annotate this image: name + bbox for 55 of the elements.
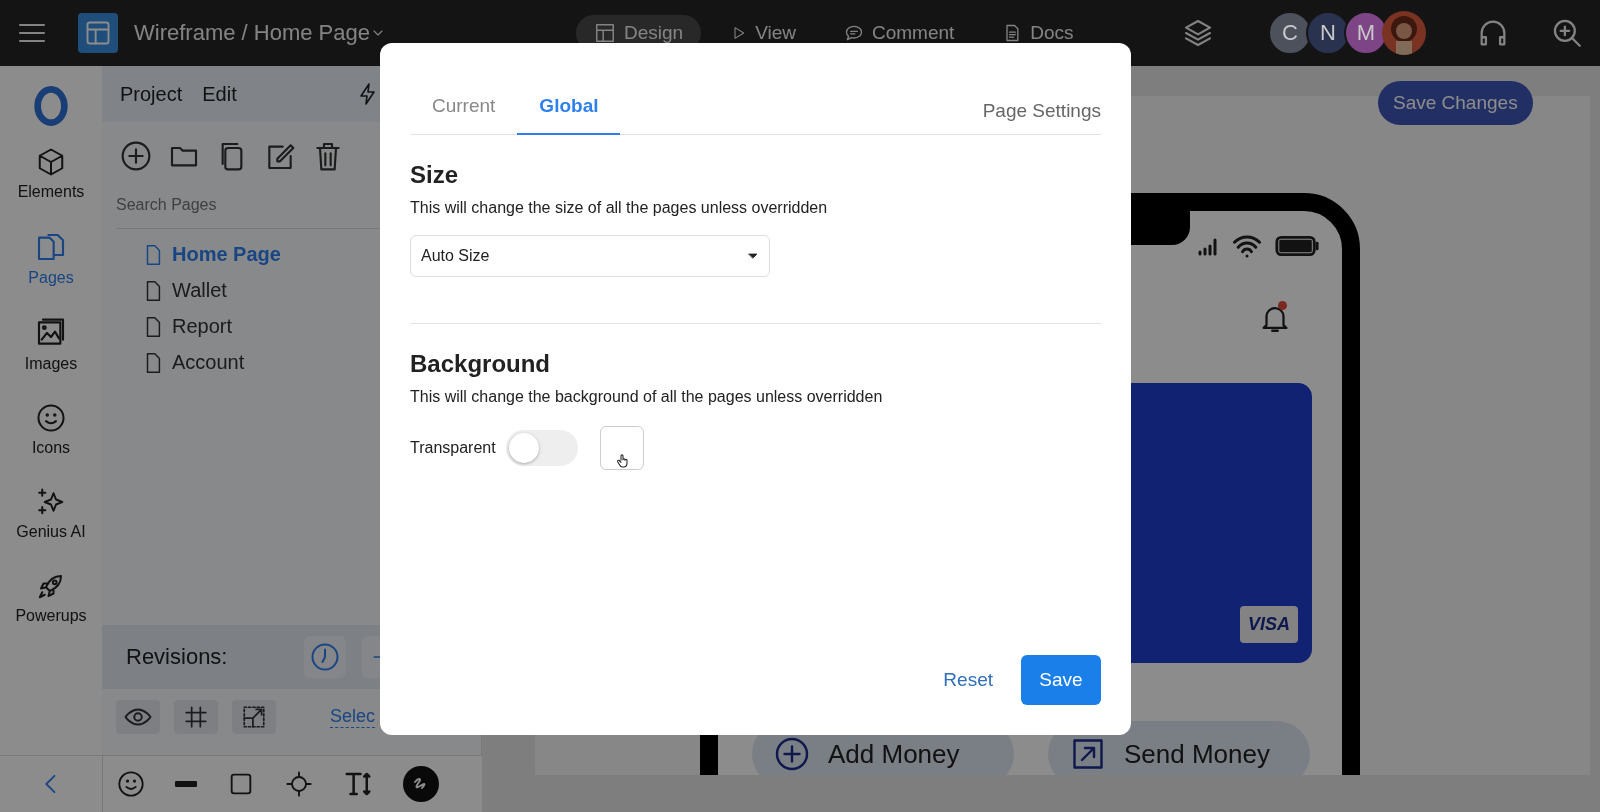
sparkle-icon [36,487,66,517]
layout-icon [593,22,616,44]
section-title: Size [410,161,460,189]
menu-item[interactable]: Edit [202,82,237,106]
section-title: Background [410,350,551,378]
resize-button[interactable] [232,700,276,734]
comment-icon [843,23,864,43]
rail-item[interactable]: Images [18,316,84,374]
layers-icon [1182,17,1214,49]
mode-tab[interactable]: View [713,15,814,51]
move-icon [285,770,313,798]
mode-tab[interactable]: Comment [825,15,973,51]
select-link[interactable]: Selec [330,706,376,728]
add-circle-icon [120,140,152,172]
mode-tab[interactable]: Docs [984,15,1092,51]
dialog-tab[interactable]: Global [517,95,621,135]
revisions-label: Revisions: [126,644,229,670]
rail-item[interactable]: Elements [11,146,91,202]
plus-circle-icon [774,736,810,772]
hand-cursor-icon [614,453,631,469]
menu-item[interactable]: Project [120,82,183,106]
clock-icon [310,642,340,672]
page-item[interactable]: Wallet [142,279,481,302]
line-tool-icon [175,781,197,787]
logo-icon [31,86,71,126]
toggle-label: Transparent [410,439,496,457]
project-title[interactable]: Wireframe / Home Page [134,20,370,46]
rail-item[interactable]: Pages [22,230,80,288]
action-button[interactable]: Send Money [1048,721,1310,775]
notification-dot [1278,301,1287,310]
transparent-toggle[interactable] [505,430,578,466]
cube-icon [36,147,66,177]
rail-item[interactable]: Icons [25,402,77,458]
color-swatch[interactable] [599,426,644,470]
section-description: This will change the background of all the pages unless overridden [410,388,884,406]
smiley-icon [36,403,66,433]
size-select[interactable]: Auto Size [410,235,770,277]
save-changes-button[interactable]: Save Changes [1378,81,1533,125]
rail-item[interactable]: Powerups [9,570,93,626]
history-button[interactable] [304,636,346,678]
card-brand: VISA [1240,606,1298,643]
pages-icon [35,231,67,263]
layout-icon [84,19,112,47]
export-icon [1070,736,1106,772]
dialog-title: Page Settings [982,100,1101,123]
smiley-icon [117,770,145,798]
rail-item[interactable]: Genius AI [10,486,92,542]
grid-button[interactable] [174,700,218,734]
resize-icon [241,704,267,730]
eye-button[interactable] [116,700,160,734]
page-item[interactable]: Report [142,315,481,338]
grid-icon [183,704,209,730]
reset-button[interactable]: Reset [937,668,999,692]
save-button[interactable]: Save [1021,655,1101,705]
dialog-tab[interactable]: Current [410,95,518,135]
